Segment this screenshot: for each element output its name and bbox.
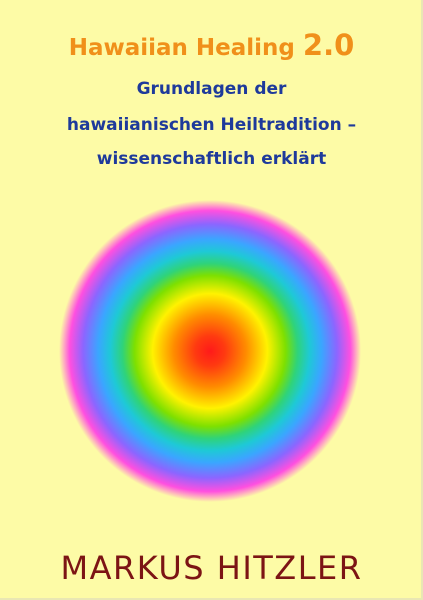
subtitle-line-1: Grundlagen der xyxy=(136,79,287,99)
title-version: 2.0 xyxy=(302,28,355,62)
book-cover: Hawaiian Healing 2.0 Grundlagen der hawa… xyxy=(0,0,423,600)
subtitle-line-3: wissenschaftlich erklärt xyxy=(96,149,327,169)
book-title: Hawaiian Healing 2.0 xyxy=(0,28,423,65)
rainbow-orb-image xyxy=(59,200,361,502)
subtitle-line-2: hawaiianischen Heiltradition – xyxy=(66,115,357,135)
author-name: MARKUS HITZLER xyxy=(60,549,363,587)
title-text: Hawaiian Healing xyxy=(68,35,295,61)
